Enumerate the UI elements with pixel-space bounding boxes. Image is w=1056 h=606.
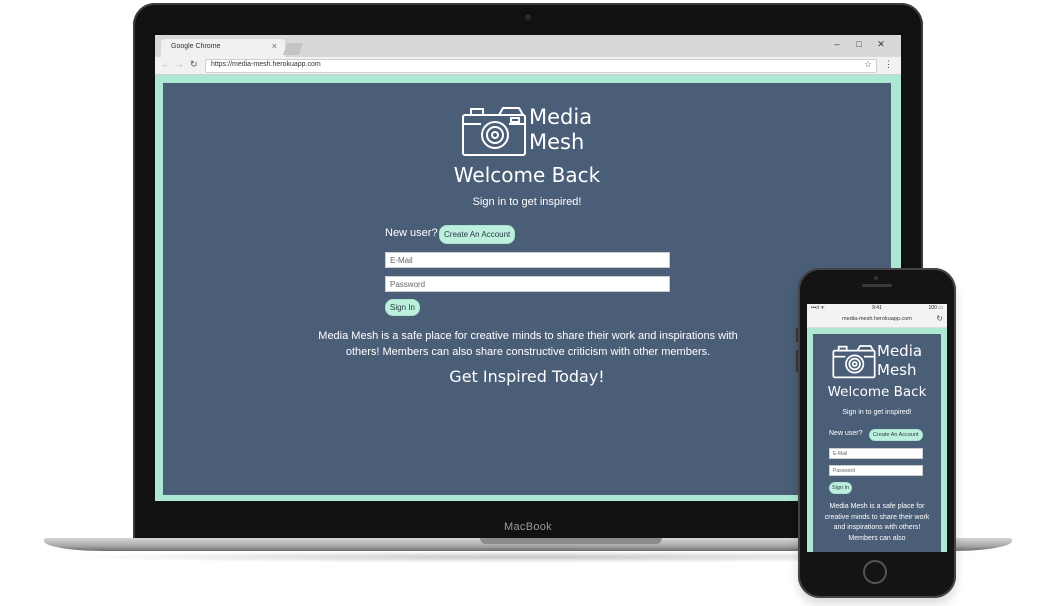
status-time: 9:41 (872, 305, 882, 311)
phone-status-bar: •••ıl ᯤ 9:41 100 ▭ (807, 304, 947, 313)
phone-subtitle: Sign in to get inspired! (842, 409, 912, 416)
new-user-label: New user? (385, 227, 438, 239)
phone-description: Media Mesh is a safe place for creative … (824, 503, 930, 542)
phone-logo-text: Media Mesh (877, 342, 922, 380)
phone-side-button (796, 350, 798, 372)
bookmark-star-icon[interactable]: ☆ (864, 59, 872, 70)
page-viewport: Media Mesh Welcome Back Sign in to get i… (155, 75, 901, 501)
tagline: Get Inspired Today! (449, 367, 605, 386)
phone-camera-logo-icon (832, 345, 876, 379)
phone-logo: Media Mesh (831, 342, 931, 382)
reload-icon[interactable]: ↻ (190, 59, 198, 70)
phone-email-field[interactable]: E-Mail (829, 448, 923, 459)
phone-app-page: Media Mesh Welcome Back Sign in to get i… (813, 334, 941, 552)
phone-logo-line-2: Mesh (877, 361, 917, 379)
logo-line-1: Media (529, 105, 593, 129)
phone: •••ıl ᯤ 9:41 100 ▭ media-mesh.herokuapp.… (796, 268, 956, 598)
phone-welcome-heading: Welcome Back (827, 384, 927, 400)
minimize-icon[interactable]: – (831, 39, 843, 49)
sign-in-button[interactable]: Sign In (385, 299, 420, 316)
email-placeholder: E-Mail (390, 256, 413, 265)
laptop-screen: Google Chrome × – □ ✕ ← → ↻ https://medi… (155, 35, 901, 501)
phone-reload-icon[interactable]: ↻ (936, 314, 943, 323)
forward-icon[interactable]: → (175, 59, 184, 69)
phone-logo-line-1: Media (877, 342, 923, 360)
subtitle: Sign in to get inspired! (472, 196, 582, 208)
phone-sign-in-button[interactable]: Sign In (829, 482, 853, 494)
back-icon[interactable]: ← (161, 59, 170, 69)
home-button[interactable] (863, 560, 887, 584)
welcome-heading: Welcome Back (453, 163, 601, 187)
battery-icon: 100 ▭ (928, 305, 943, 311)
phone-create-account-button[interactable]: Create An Account (869, 429, 923, 441)
logo-text: Media Mesh (529, 105, 592, 155)
phone-screen: •••ıl ᯤ 9:41 100 ▭ media-mesh.herokuapp.… (807, 304, 947, 552)
media-mesh-logo: Media Mesh (461, 105, 601, 161)
phone-url-text: media-mesh.herokuapp.com (842, 316, 912, 322)
url-text: https://media-mesh.herokuapp.com (211, 61, 321, 68)
tab-close-icon[interactable]: × (272, 41, 277, 51)
phone-camera-icon (874, 276, 878, 280)
camera-icon (525, 14, 531, 20)
address-bar[interactable]: https://media-mesh.herokuapp.com ☆ (205, 59, 877, 73)
browser-toolbar: ← → ↻ https://media-mesh.herokuapp.com ☆… (155, 57, 901, 75)
browser-tab-bar: Google Chrome × – □ ✕ (155, 35, 901, 57)
camera-logo-icon (462, 107, 526, 156)
chrome-menu-icon[interactable]: ⋮ (884, 59, 893, 70)
phone-email-placeholder: E-Mail (833, 451, 848, 457)
phone-speaker (862, 284, 892, 287)
phone-side-button (796, 328, 798, 342)
maximize-icon[interactable]: □ (853, 39, 865, 49)
password-field[interactable]: Password (385, 276, 670, 292)
email-field[interactable]: E-Mail (385, 252, 670, 268)
laptop-notch (480, 538, 662, 544)
tab-title: Google Chrome (171, 43, 221, 50)
close-window-icon[interactable]: ✕ (875, 39, 887, 50)
phone-password-placeholder: Password (833, 468, 855, 474)
password-placeholder: Password (390, 280, 426, 289)
app-page: Media Mesh Welcome Back Sign in to get i… (163, 83, 891, 495)
logo-line-2: Mesh (529, 130, 585, 154)
phone-password-field[interactable]: Password (829, 465, 923, 476)
phone-address-bar[interactable]: media-mesh.herokuapp.com ↻ (807, 313, 947, 328)
phone-viewport: Media Mesh Welcome Back Sign in to get i… (807, 328, 947, 552)
phone-new-user-label: New user? (829, 430, 863, 437)
description: Media Mesh is a safe place for creative … (318, 330, 738, 358)
create-account-button[interactable]: Create An Account (439, 225, 516, 244)
new-tab-button[interactable] (282, 43, 304, 55)
browser-tab[interactable]: Google Chrome × (161, 39, 285, 57)
